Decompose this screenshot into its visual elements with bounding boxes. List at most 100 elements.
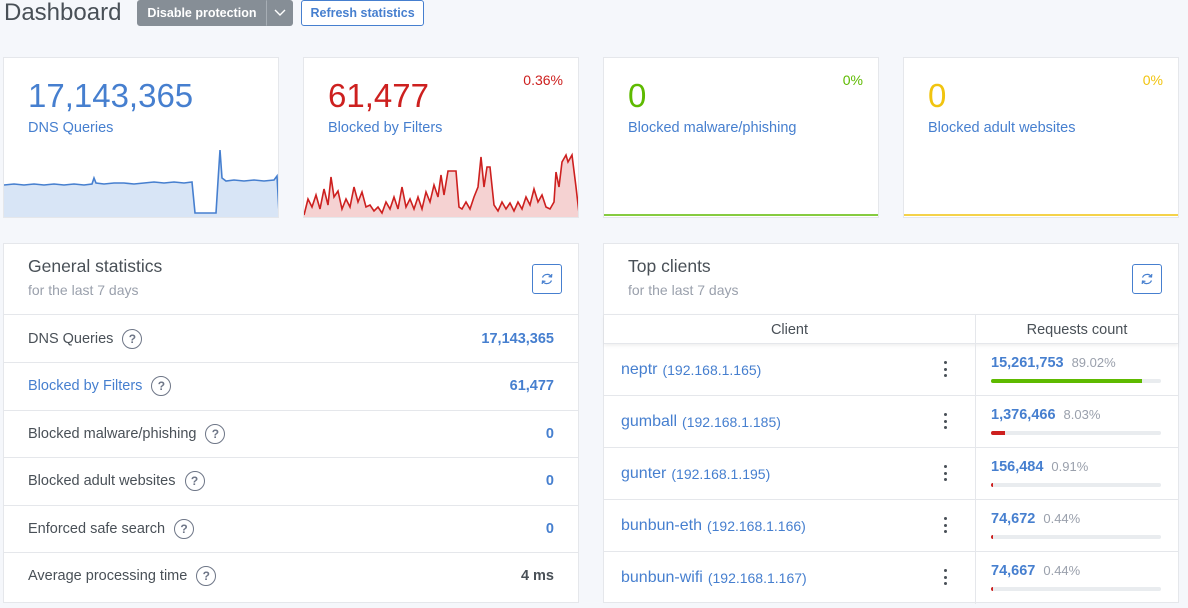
stat-row-blocked-filters: Blocked by Filters ? 61,477 — [4, 362, 578, 410]
requests-count: 156,484 0.91% — [991, 459, 1089, 475]
top-clients-title: Top clients — [628, 256, 711, 276]
requests-count: 74,672 0.44% — [991, 511, 1081, 527]
requests-bar-track — [991, 431, 1161, 435]
requests-bar-fill — [991, 483, 993, 487]
stat-card-blocked-adult: 0 Blocked adult websites 0% — [903, 57, 1179, 218]
client-name-link[interactable]: gumball — [621, 413, 677, 431]
requests-bar-track — [991, 483, 1161, 487]
blocked-adult-sparkline — [904, 214, 1178, 216]
refresh-statistics-button[interactable]: Refresh statistics — [301, 0, 424, 26]
help-icon[interactable]: ? — [151, 376, 172, 397]
stat-card-blocked-malware: 0 Blocked malware/phishing 0% — [603, 57, 879, 218]
client-name-link[interactable]: neptr — [621, 361, 657, 379]
help-icon[interactable]: ? — [205, 424, 226, 445]
requests-bar-fill — [991, 431, 1005, 435]
table-row: bunbun-eth (192.168.1.166) 74,672 0.44% — [604, 500, 1178, 552]
page-title: Dashboard — [4, 0, 122, 26]
stat-row-value: 4 ms — [520, 568, 554, 585]
requests-percent: 0.91% — [1051, 459, 1089, 474]
stat-row-label: Average processing time — [28, 568, 188, 585]
requests-cell: 1,376,466 8.03% — [976, 396, 1178, 447]
dns-queries-sparkline — [4, 149, 278, 217]
client-cell: gunter (192.168.1.195) — [604, 448, 976, 499]
requests-percent: 0.44% — [1043, 511, 1081, 526]
stat-card-blocked-filters: 61,477 Blocked by Filters 0.36% — [303, 57, 579, 218]
client-name-link[interactable]: gunter — [621, 465, 666, 483]
client-ip: (192.168.1.166) — [706, 517, 806, 534]
stat-row-value: 0 — [545, 521, 554, 538]
general-statistics-refresh-button[interactable] — [532, 264, 562, 294]
blocked-filters-label: Blocked by Filters — [328, 120, 443, 136]
table-row: bunbun-wifi (192.168.1.167) 74,667 0.44% — [604, 552, 1178, 604]
more-options-icon[interactable] — [939, 515, 951, 535]
blocked-malware-sparkline — [604, 214, 878, 216]
column-header-requests[interactable]: Requests count — [976, 315, 1178, 343]
chevron-down-icon — [274, 9, 286, 16]
stat-row-dns-queries: DNS Queries ? 17,143,365 — [4, 315, 578, 363]
stat-row-value: 0 — [545, 473, 554, 490]
requests-count: 74,667 0.44% — [991, 563, 1081, 579]
blocked-adult-value: 0 — [928, 77, 947, 114]
client-ip: (192.168.1.185) — [682, 413, 781, 430]
requests-bar-fill — [991, 535, 993, 539]
client-ip: (192.168.1.165) — [662, 361, 762, 378]
stat-row-label: Enforced safe search — [28, 521, 166, 538]
general-statistics-panel: General statistics for the last 7 days D… — [3, 243, 579, 603]
client-cell: bunbun-wifi (192.168.1.167) — [604, 552, 976, 604]
client-ip: (192.168.1.195) — [671, 465, 771, 482]
requests-cell: 156,484 0.91% — [976, 448, 1178, 499]
client-cell: bunbun-eth (192.168.1.166) — [604, 500, 976, 551]
blocked-filters-percent: 0.36% — [523, 72, 563, 88]
stat-row-avg-processing: Average processing time ? 4 ms — [4, 552, 578, 600]
client-name-link[interactable]: bunbun-eth — [621, 517, 702, 535]
column-header-client[interactable]: Client — [604, 315, 976, 343]
client-ip: (192.168.1.167) — [707, 570, 807, 586]
disable-protection-button[interactable]: Disable protection — [137, 0, 267, 26]
refresh-icon — [541, 273, 553, 285]
dashboard-page: Dashboard Disable protection Refresh sta… — [0, 0, 1188, 608]
stat-row-label: DNS Queries — [28, 330, 114, 347]
requests-cell: 74,667 0.44% — [976, 552, 1178, 604]
requests-percent: 89.02% — [1071, 355, 1116, 370]
stat-row-label: Blocked adult websites — [28, 473, 176, 490]
top-clients-refresh-button[interactable] — [1132, 264, 1162, 294]
stat-row-blocked-malware: Blocked malware/phishing ? 0 — [4, 410, 578, 458]
more-options-icon[interactable] — [939, 567, 951, 587]
page-header: Dashboard Disable protection Refresh sta… — [4, 0, 424, 26]
requests-cell: 74,672 0.44% — [976, 500, 1178, 551]
help-icon[interactable]: ? — [184, 471, 205, 492]
protection-button-group: Disable protection — [137, 0, 294, 26]
stat-row-value: 0 — [545, 426, 554, 443]
requests-bar-fill — [991, 587, 993, 591]
blocked-adult-label: Blocked adult websites — [928, 120, 1076, 136]
stat-row-safe-search: Enforced safe search ? 0 — [4, 505, 578, 553]
refresh-icon — [1141, 273, 1153, 285]
general-statistics-subtitle: for the last 7 days — [28, 282, 139, 298]
help-icon[interactable]: ? — [196, 566, 217, 587]
more-options-icon[interactable] — [939, 411, 951, 431]
general-statistics-title: General statistics — [28, 256, 163, 276]
table-row: gumball (192.168.1.185) 1,376,466 8.03% — [604, 396, 1178, 448]
more-options-icon[interactable] — [939, 463, 951, 483]
help-icon[interactable]: ? — [174, 519, 195, 540]
help-icon[interactable]: ? — [122, 328, 143, 349]
blocked-adult-percent: 0% — [1142, 72, 1163, 88]
more-options-icon[interactable] — [939, 359, 951, 379]
requests-bar-track — [991, 587, 1161, 591]
stat-row-label: Blocked malware/phishing — [28, 426, 197, 443]
blocked-malware-percent: 0% — [842, 72, 863, 88]
client-name-link[interactable]: bunbun-wifi — [621, 569, 703, 587]
client-cell: gumball (192.168.1.185) — [604, 396, 976, 447]
protection-dropdown-toggle[interactable] — [266, 0, 294, 26]
dns-queries-label: DNS Queries — [28, 120, 114, 136]
client-cell: neptr (192.168.1.165) — [604, 344, 976, 395]
blocked-malware-label: Blocked malware/phishing — [628, 120, 797, 136]
table-row: neptr (192.168.1.165) 15,261,753 89.02% — [604, 344, 1178, 396]
blocked-filters-sparkline — [304, 152, 578, 217]
table-header: Client Requests count — [604, 314, 1178, 344]
top-clients-table: Client Requests count neptr (192.168.1.1… — [604, 314, 1178, 604]
requests-count: 15,261,753 89.02% — [991, 355, 1116, 371]
top-clients-subtitle: for the last 7 days — [628, 282, 739, 298]
requests-percent: 8.03% — [1063, 407, 1101, 422]
stat-row-label-link[interactable]: Blocked by Filters — [28, 378, 142, 394]
